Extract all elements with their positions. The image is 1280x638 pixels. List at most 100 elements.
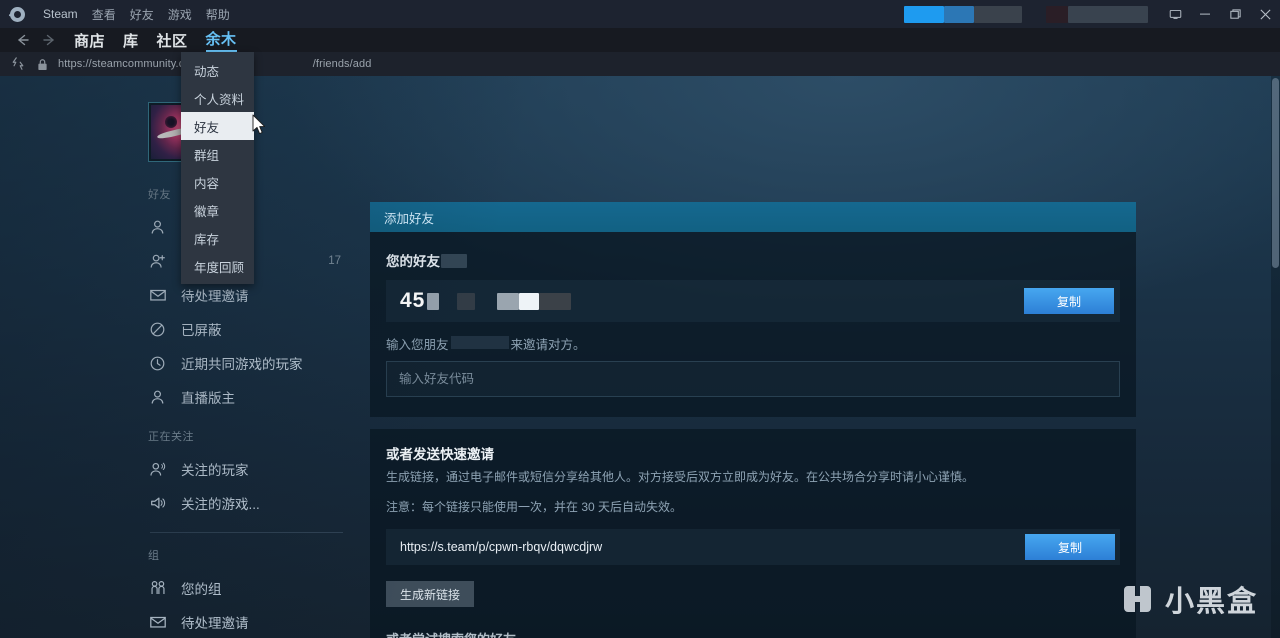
sidebar-header-following: 正在关注 [148, 431, 194, 443]
sidebar-label-your-groups: 您的组 [181, 582, 222, 597]
panel-title: 添加好友 [384, 211, 435, 226]
redacted-code-2 [457, 292, 476, 310]
arrow-left-icon[interactable] [10, 29, 36, 51]
dropdown-item-inventory[interactable]: 库存 [181, 224, 254, 252]
search-friends-title: 或者尝试搜索您的好友 [386, 629, 1120, 638]
nav-link-store[interactable]: 商店 [74, 30, 105, 51]
quick-invite-note: 注意：每个链接只能使用一次，并在 30 天后自动失效。 [386, 500, 683, 514]
envelope-icon [148, 613, 167, 632]
friend-code-row: 45 复制 [386, 280, 1120, 322]
people-icon [148, 579, 167, 598]
panel-header-add-friend: 添加好友 [370, 202, 1136, 232]
redacted-code-3 [497, 292, 520, 310]
sidebar-label-followed-games: 关注的游戏... [181, 497, 260, 512]
friend-code-digits: 45 [400, 289, 426, 312]
redacted-block-1 [904, 5, 944, 23]
steam-logo-icon [10, 6, 25, 22]
redacted-code-5 [539, 292, 572, 310]
xiaoheihe-logo-icon [1119, 581, 1155, 617]
dropdown-item-groups[interactable]: 群组 [181, 140, 254, 168]
invite-link-text[interactable]: https://s.team/p/cpwn-rbqv/dqwcdjrw [400, 540, 602, 554]
profile-dropdown-menu: 动态 个人资料 好友 群组 内容 徽章 库存 年度回顾 [181, 52, 254, 284]
sidebar-item-recent-players[interactable]: 近期共同游戏的玩家 [148, 346, 353, 380]
lock-icon [34, 56, 50, 72]
url-text-prefix[interactable]: https://steamcommunity.com [58, 58, 200, 70]
redacted-block-5 [1068, 5, 1148, 23]
hint-suffix: 来邀请对方。 [510, 338, 586, 352]
dropdown-item-profile[interactable]: 个人资料 [181, 84, 254, 112]
redacted-label-block [441, 254, 467, 268]
menu-item-help[interactable]: 帮助 [206, 6, 230, 23]
friend-code-label-visible: 您的好友 [386, 254, 440, 269]
sidebar-item-your-groups[interactable]: 您的组 [148, 571, 353, 605]
person-follow-icon [148, 460, 167, 479]
navigation-bar: 商店 库 社区 余木 [0, 28, 1280, 52]
clock-icon [148, 354, 167, 373]
menu-item-friends[interactable]: 好友 [130, 6, 154, 23]
friend-code-value: 45 [400, 289, 572, 313]
friend-code-label: 您的好友代码 您的好友 [386, 250, 467, 270]
redacted-hint-block [450, 336, 509, 349]
sidebar-label-followed-players: 关注的玩家 [181, 463, 249, 478]
panel-spacer [370, 417, 1136, 429]
nav-links: 商店 库 社区 余木 [74, 28, 237, 52]
watermark: 小黑盒 [1119, 578, 1258, 620]
person-icon [148, 388, 167, 407]
generate-new-link-button[interactable]: 生成新链接 [386, 581, 475, 607]
friend-code-input[interactable] [386, 361, 1120, 397]
quick-invite-title: 或者发送快速邀请 [386, 447, 494, 462]
hint-prefix: 输入您朋友 [386, 338, 449, 352]
refresh-icon[interactable] [10, 56, 26, 72]
sidebar-item-followed-players[interactable]: 关注的玩家 [148, 452, 353, 486]
sidebar-header-groups: 组 [148, 550, 160, 562]
dropdown-item-friends[interactable]: 好友 [181, 112, 254, 140]
display-icon[interactable] [1160, 0, 1190, 28]
envelope-icon [148, 286, 167, 305]
minimize-button[interactable] [1190, 0, 1220, 28]
friend-code-section: 您的好友代码 您的好友 45 复制 输入您朋友 来邀请对方。 [370, 232, 1136, 417]
nav-link-profile[interactable]: 余木 [205, 28, 237, 52]
redacted-block-3 [974, 5, 1022, 23]
sidebar-item-group-invites[interactable]: 待处理邀请 [148, 605, 353, 638]
sidebar-label-pending-invites: 待处理邀请 [181, 289, 249, 304]
sidebar-item-blocked[interactable]: 已屏蔽 [148, 312, 353, 346]
sidebar-label-recent-players: 近期共同游戏的玩家 [181, 357, 303, 372]
redacted-code-4 [519, 292, 540, 310]
steam-client-window: Steam 查看 好友 游戏 帮助 商店 库 社区 余木 https://ste… [0, 0, 1280, 638]
watermark-text: 小黑盒 [1164, 586, 1258, 618]
dropdown-item-year-in-review[interactable]: 年度回顾 [181, 252, 254, 280]
dropdown-item-activity[interactable]: 动态 [181, 56, 254, 84]
quick-invite-description: 生成链接，通过电子邮件或短信分享给其他人。对方接受后双方立即成为好友。在公共场合… [386, 470, 975, 484]
close-button[interactable] [1250, 0, 1280, 28]
nav-link-community[interactable]: 社区 [157, 30, 188, 51]
sidebar-label-blocked: 已屏蔽 [181, 323, 222, 338]
sidebar-item-broadcast-mods[interactable]: 直播版主 [148, 380, 353, 414]
dropdown-item-content[interactable]: 内容 [181, 168, 254, 196]
arrow-right-icon[interactable] [36, 29, 62, 51]
block-icon [148, 320, 167, 339]
friend-code-hint: 输入您朋友 来邀请对方。 [386, 334, 1120, 353]
page-scrollbar[interactable] [1271, 76, 1280, 638]
megaphone-icon [148, 494, 167, 513]
copy-friend-code-button[interactable]: 复制 [1024, 288, 1114, 314]
invite-link-row: https://s.team/p/cpwn-rbqv/dqwcdjrw 复制 [386, 529, 1120, 565]
sidebar-divider [150, 532, 343, 533]
menu-item-games[interactable]: 游戏 [168, 6, 192, 23]
sidebar-label-group-invites: 待处理邀请 [181, 616, 249, 631]
title-bar: Steam 查看 好友 游戏 帮助 [0, 0, 1280, 28]
scrollbar-thumb[interactable] [1272, 78, 1279, 268]
sidebar-label-broadcast-mods: 直播版主 [181, 391, 235, 406]
sidebar-item-followed-games[interactable]: 关注的游戏... [148, 486, 353, 520]
dropdown-item-badges[interactable]: 徽章 [181, 196, 254, 224]
window-controls [900, 0, 1280, 28]
quick-invite-section: 或者发送快速邀请 生成链接，通过电子邮件或短信分享给其他人。对方接受后双方立即成… [370, 429, 1136, 638]
nav-link-library[interactable]: 库 [123, 30, 139, 51]
url-text-suffix[interactable]: /friends/add [313, 58, 372, 70]
person-icon [148, 218, 167, 237]
redacted-block-2 [944, 5, 974, 23]
menu-item-steam[interactable]: Steam [43, 7, 78, 21]
maximize-button[interactable] [1220, 0, 1250, 28]
copy-invite-link-button[interactable]: 复制 [1025, 534, 1115, 560]
redacted-block-4 [1046, 5, 1068, 23]
menu-item-view[interactable]: 查看 [92, 6, 116, 23]
